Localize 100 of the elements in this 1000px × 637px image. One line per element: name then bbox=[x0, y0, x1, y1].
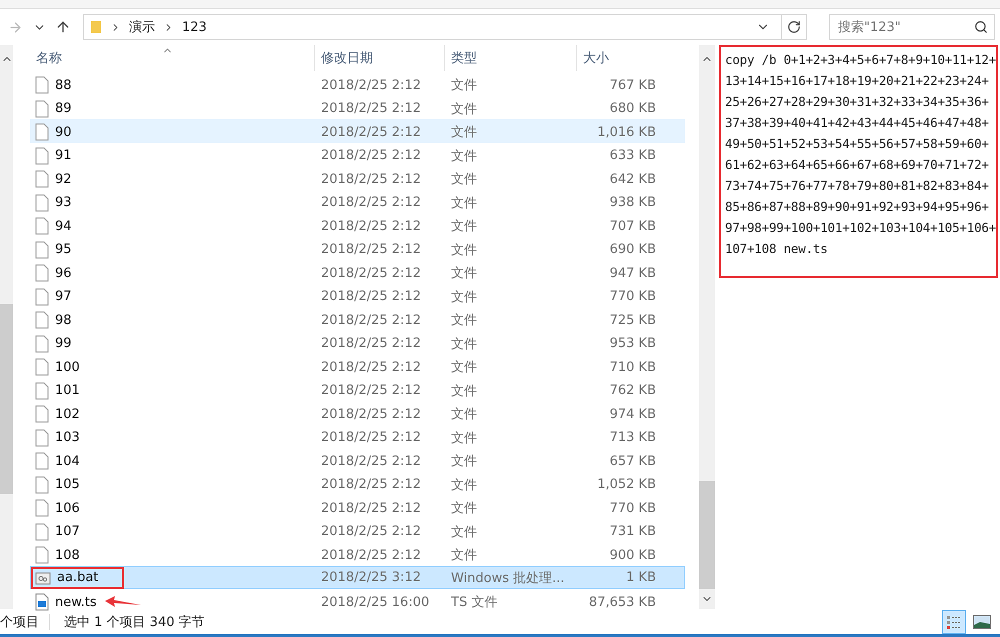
media-file-icon bbox=[35, 593, 49, 611]
table-cell-text: 文件 bbox=[450, 242, 478, 258]
preview-text-line: 37+38+39+40+41+42+43+44+45+46+47+48+ bbox=[725, 114, 990, 132]
table-cell-text: 2018/2/25 2:12 bbox=[320, 360, 422, 374]
table-cell-text: 2018/2/25 3:12 bbox=[320, 570, 422, 585]
file-row[interactable]: 89 2018/2/25 2:12 文件 680 KB bbox=[30, 96, 685, 119]
file-name: 104 bbox=[55, 454, 80, 468]
table-cell-text: 2018/2/25 2:12 bbox=[320, 312, 422, 328]
file-name: 101 bbox=[55, 383, 80, 398]
file-name: 93 bbox=[55, 195, 72, 210]
search-field[interactable]: 搜索"123" bbox=[829, 14, 995, 40]
table-cell-text: 文件 bbox=[450, 336, 478, 352]
table-cell-text: 690 KB bbox=[608, 242, 657, 257]
image-icon bbox=[973, 614, 991, 628]
table-cell-text: 文件 bbox=[450, 382, 478, 400]
file-name: 89 bbox=[55, 101, 72, 116]
table-cell-text: 文件 bbox=[450, 359, 478, 376]
arrow-right-icon bbox=[8, 20, 22, 34]
file-row[interactable]: 90 2018/2/25 2:12 文件 1,016 KB bbox=[30, 119, 685, 142]
table-cell-text: 2018/2/25 2:12 bbox=[320, 548, 422, 562]
preview-text-line: 61+62+63+64+65+66+67+68+69+70+71+72+ bbox=[725, 156, 990, 174]
table-cell-text: 2018/2/25 2:12 bbox=[320, 101, 422, 116]
file-row[interactable]: 95 2018/2/25 2:12 文件 690 KB bbox=[30, 236, 685, 260]
item-count: 个项目 bbox=[0, 614, 40, 630]
file-row[interactable]: 100 2018/2/25 2:12 文件 710 KB bbox=[30, 354, 685, 378]
breadcrumb-item[interactable]: 演示 bbox=[129, 18, 155, 36]
file-row[interactable]: 97 2018/2/25 2:12 文件 770 KB bbox=[30, 284, 685, 307]
file-name: new.ts bbox=[55, 594, 97, 610]
file-row[interactable]: 88 2018/2/25 2:12 文件 767 KB bbox=[30, 72, 685, 96]
file-icon bbox=[35, 405, 49, 423]
table-cell-text: 725 KB bbox=[608, 312, 657, 328]
file-row[interactable]: 107 2018/2/25 2:12 文件 731 KB bbox=[30, 518, 685, 542]
file-name: 108 bbox=[55, 548, 80, 562]
table-cell-text: 710 KB bbox=[608, 360, 657, 374]
table-cell-text: 680 KB bbox=[608, 101, 657, 116]
table-cell-text: 770 KB bbox=[608, 500, 657, 516]
file-row[interactable]: 98 2018/2/25 2:12 文件 725 KB bbox=[30, 307, 685, 330]
file-row[interactable]: 92 2018/2/25 2:12 文件 642 KB bbox=[30, 166, 685, 190]
file-row[interactable]: 96 2018/2/25 2:12 文件 947 KB bbox=[30, 260, 685, 284]
file-icon bbox=[35, 217, 49, 235]
scrollbar-thumb[interactable] bbox=[699, 481, 715, 589]
file-row[interactable]: 102 2018/2/25 2:12 文件 974 KB bbox=[30, 401, 685, 424]
file-icon bbox=[35, 382, 49, 400]
file-row[interactable]: 103 2018/2/25 2:12 文件 713 KB bbox=[30, 424, 685, 448]
file-row[interactable]: 93 2018/2/25 2:12 文件 938 KB bbox=[30, 190, 685, 213]
table-cell-text: 770 KB bbox=[608, 289, 657, 304]
scrollbar[interactable] bbox=[0, 45, 13, 609]
file-icon bbox=[35, 123, 49, 141]
table-cell-text: 文件 bbox=[450, 453, 478, 470]
file-row[interactable]: 105 2018/2/25 2:12 文件 1,052 KB bbox=[30, 472, 685, 495]
table-cell-text: 文件 bbox=[450, 148, 478, 164]
file-name: 94 bbox=[55, 218, 72, 234]
address-bar[interactable]: 演示 123 bbox=[83, 14, 807, 40]
file-name: 100 bbox=[55, 360, 80, 374]
preview-text-line: 107+108 new.ts bbox=[725, 240, 829, 258]
table-cell-text: 2018/2/25 2:12 bbox=[320, 383, 422, 398]
table-cell-text: 文件 bbox=[450, 265, 478, 282]
file-row[interactable]: 91 2018/2/25 2:12 文件 633 KB bbox=[30, 142, 685, 166]
preview-text-line: 13+14+15+16+17+18+19+20+21+22+23+24+ bbox=[725, 72, 990, 90]
file-row[interactable]: 106 2018/2/25 2:12 文件 770 KB bbox=[30, 495, 685, 518]
file-row[interactable]: 108 2018/2/25 2:12 文件 900 KB bbox=[30, 542, 685, 566]
file-name: 102 bbox=[55, 406, 80, 422]
preview-text-line: 49+50+51+52+53+54+55+56+57+58+59+60+ bbox=[725, 135, 990, 153]
preview-text-line: 85+86+87+88+89+90+91+92+93+94+95+96+ bbox=[725, 198, 990, 216]
table-cell-text: 2018/2/25 2:12 bbox=[320, 500, 422, 516]
table-cell-text: 2018/2/25 2:12 bbox=[320, 195, 422, 210]
column-header[interactable]: 名称 bbox=[30, 45, 314, 71]
column-header[interactable]: 大小 bbox=[576, 45, 661, 71]
table-cell-text: 900 KB bbox=[608, 548, 657, 562]
folder-icon bbox=[90, 20, 102, 34]
file-row[interactable]: aa.bat 2018/2/25 3:12 Windows 批处理... 1 KB bbox=[30, 566, 685, 589]
file-row[interactable]: 101 2018/2/25 2:12 文件 762 KB bbox=[30, 378, 685, 401]
table-cell-text: 657 KB bbox=[608, 454, 657, 468]
table-cell-text: 633 KB bbox=[608, 148, 657, 163]
table-cell-text: 2018/2/25 2:12 bbox=[320, 266, 422, 280]
file-icon bbox=[35, 170, 49, 188]
table-cell-text: 2018/2/25 2:12 bbox=[320, 336, 422, 351]
scrollbar-thumb[interactable] bbox=[0, 304, 13, 494]
file-icon bbox=[35, 100, 49, 118]
table-cell-text: 2018/2/25 2:12 bbox=[320, 78, 422, 92]
table-cell-text: 1,052 KB bbox=[596, 477, 657, 492]
table-cell-text: 文件 bbox=[450, 194, 478, 212]
file-icon bbox=[35, 264, 49, 282]
file-icon bbox=[35, 499, 49, 517]
scrollbar[interactable] bbox=[699, 45, 715, 609]
file-row[interactable]: 104 2018/2/25 2:12 文件 657 KB bbox=[30, 448, 685, 472]
table-cell-text: 2018/2/25 2:12 bbox=[320, 242, 422, 257]
file-row[interactable]: 99 2018/2/25 2:12 文件 953 KB bbox=[30, 330, 685, 354]
file-icon bbox=[35, 334, 49, 352]
table-cell-text: 767 KB bbox=[608, 78, 657, 92]
column-header[interactable]: 修改日期 bbox=[314, 45, 444, 71]
details-view-button[interactable] bbox=[942, 610, 966, 634]
file-row[interactable]: new.ts 2018/2/25 16:00 TS 文件 87,653 KB bbox=[30, 589, 685, 612]
column-header[interactable]: 类型 bbox=[444, 45, 576, 71]
table-cell-text: 2018/2/25 2:12 bbox=[320, 524, 422, 539]
table-cell-text: 974 KB bbox=[608, 406, 657, 422]
file-name: 107 bbox=[55, 524, 80, 539]
file-icon bbox=[35, 522, 49, 540]
breadcrumb-item[interactable]: 123 bbox=[182, 20, 207, 34]
file-row[interactable]: 94 2018/2/25 2:12 文件 707 KB bbox=[30, 213, 685, 236]
